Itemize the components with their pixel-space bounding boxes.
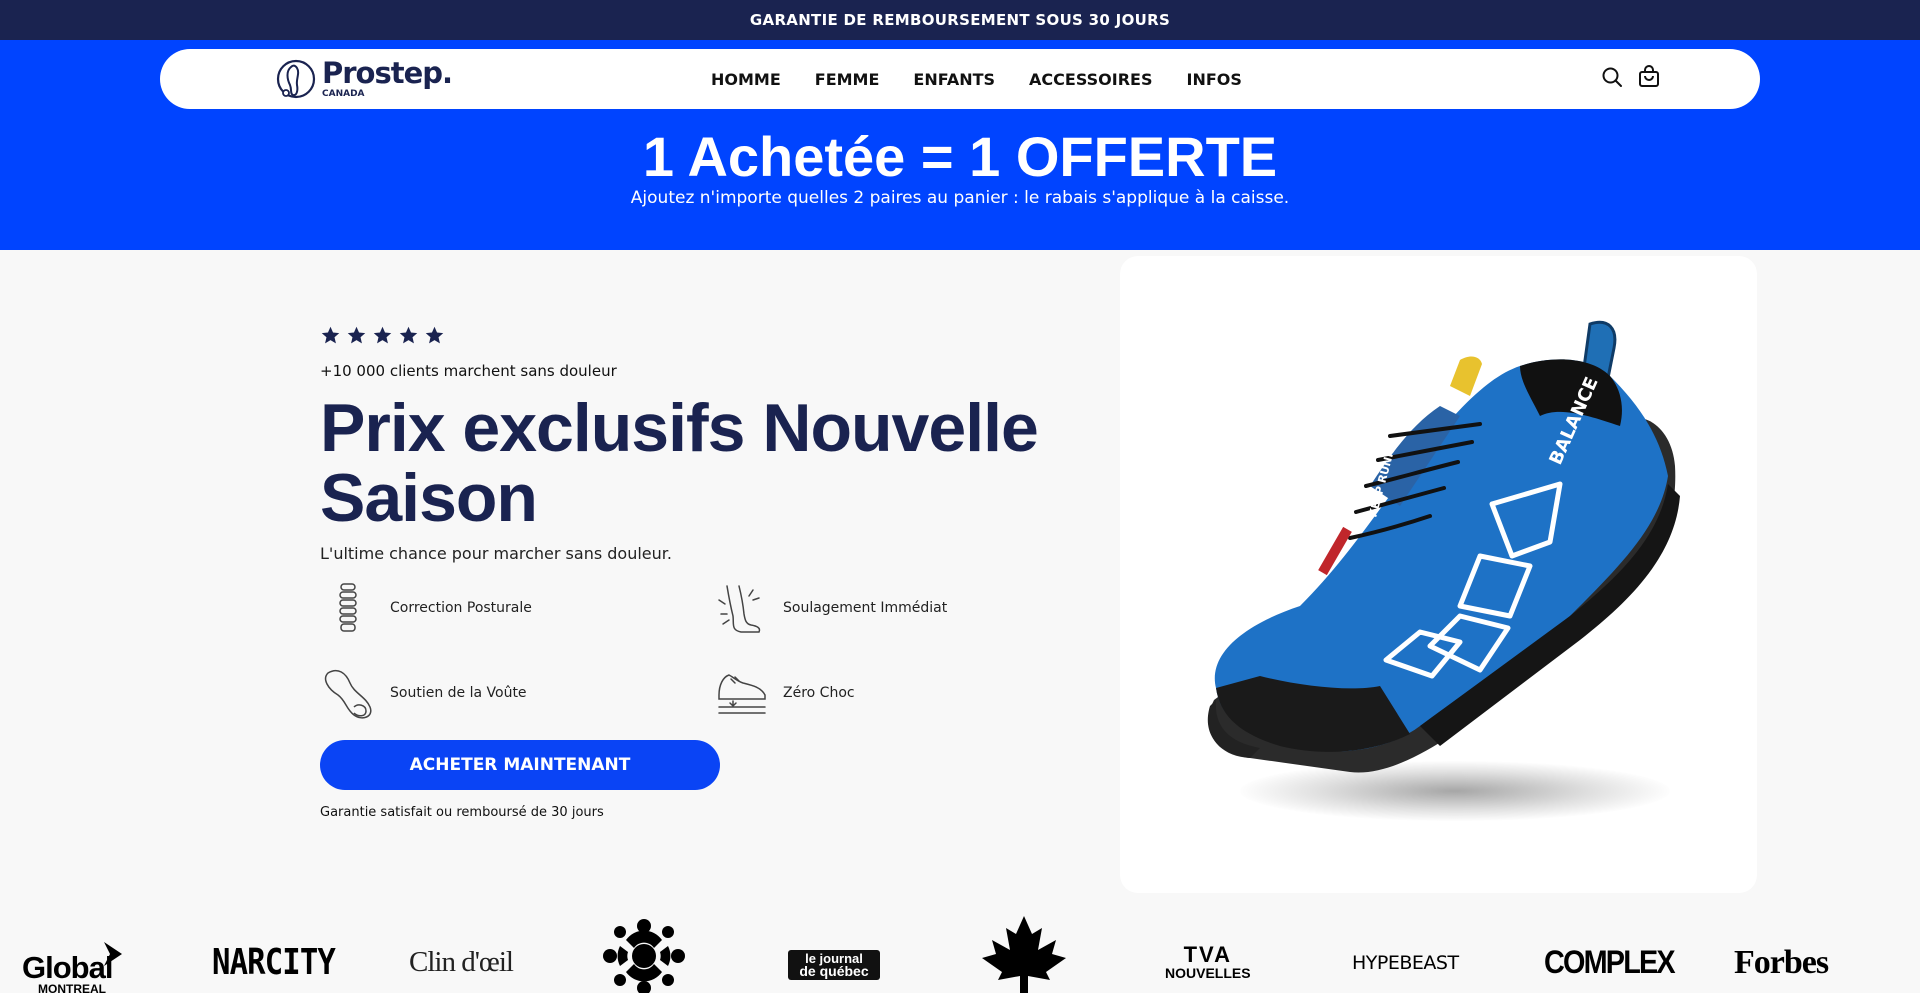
press-logos: Global MONTREAL NARCITY Clin d'œil le jo…: [0, 910, 1920, 993]
star-icon: [399, 326, 418, 344]
tva-sub-text: NOUVELLES: [1165, 965, 1251, 981]
clindoeil-logo: Clin d'œil: [409, 946, 514, 978]
buy-now-button[interactable]: ACHETER MAINTENANT: [320, 740, 720, 790]
foot-logo-icon: [276, 59, 316, 99]
feature-posture: Correction Posturale: [320, 580, 532, 636]
brand-name: Prostep.: [322, 56, 453, 90]
announcement-bar: GARANTIE DE REMBOURSEMENT SOUS 30 JOURS: [0, 0, 1920, 40]
complex-logo: COMPLEX: [1544, 944, 1676, 980]
feature-arch: Soutien de la Voûte: [320, 665, 527, 721]
nav-homme[interactable]: HOMME: [711, 70, 781, 89]
promo-subtitle: Ajoutez n'importe quelles 2 paires au pa…: [630, 188, 1290, 208]
journal-de-quebec-logo: le journal de québec: [788, 950, 880, 980]
nav-enfants[interactable]: ENFANTS: [913, 70, 995, 89]
journal-bottom-text: de québec: [799, 963, 869, 979]
guarantee-text: Garantie satisfait ou remboursé de 30 jo…: [320, 805, 604, 820]
main-nav: HOMME FEMME ENFANTS ACCESSOIRES INFOS: [711, 49, 1276, 109]
feature-label: Correction Posturale: [390, 600, 532, 616]
navbar: Prostep. CANADA HOMME FEMME ENFANTS ACCE…: [160, 49, 1760, 109]
brand-logo[interactable]: Prostep. CANADA: [276, 54, 453, 104]
hypebeast-logo: HYPEBEAST: [1352, 952, 1459, 974]
feature-relief: Soulagement Immédiat: [713, 580, 947, 636]
product-image-card[interactable]: BALANCE KEEP RUNN: [1120, 256, 1757, 893]
global-sub-text: MONTREAL: [38, 982, 106, 993]
promo-title: 1 Achetée = 1 OFFERTE: [642, 125, 1278, 188]
forbes-logo: Forbes: [1734, 944, 1829, 981]
global-arrow-icon: [104, 942, 122, 966]
trail-shoe-image: BALANCE KEEP RUNN: [1207, 320, 1680, 773]
spine-icon: [339, 583, 357, 632]
cart-icon[interactable]: [1637, 65, 1661, 89]
brand-sub: CANADA: [322, 89, 365, 99]
maple-leaf-logo: [982, 916, 1066, 993]
tva-text: TVA: [1183, 942, 1232, 967]
narcity-logo: NARCITY: [212, 942, 336, 983]
star-icon: [425, 326, 444, 344]
hero-tagline: L'ultime chance pour marcher sans douleu…: [320, 544, 672, 563]
tva-nouvelles-logo: TVA NOUVELLES: [1165, 942, 1251, 981]
star-icon: [347, 326, 366, 344]
nav-femme[interactable]: FEMME: [815, 70, 880, 89]
nav-accessoires[interactable]: ACCESSOIRES: [1029, 70, 1152, 89]
feature-label: Zéro Choc: [783, 685, 855, 701]
star-rating: [320, 325, 445, 346]
announcement-text: GARANTIE DE REMBOURSEMENT SOUS 30 JOURS: [749, 11, 1171, 29]
global-logo-text: Global: [22, 950, 113, 985]
star-icon: [321, 326, 340, 344]
nav-infos[interactable]: INFOS: [1186, 70, 1241, 89]
foot-relief-icon: [718, 585, 761, 633]
feature-label: Soulagement Immédiat: [783, 600, 948, 616]
feature-label: Soutien de la Voûte: [390, 685, 527, 701]
insole-icon: [324, 669, 372, 719]
clients-count: +10 000 clients marchent sans douleur: [320, 362, 617, 380]
star-icon: [373, 326, 392, 344]
shoe-cushion-icon: [718, 674, 766, 714]
global-montreal-logo: Global MONTREAL: [22, 942, 122, 993]
radio-canada-logo: [603, 919, 685, 993]
hero-headline: Prix exclusifs Nouvelle Saison: [320, 390, 1039, 536]
feature-shock: Zéro Choc: [713, 665, 855, 721]
search-icon[interactable]: [1600, 65, 1624, 89]
